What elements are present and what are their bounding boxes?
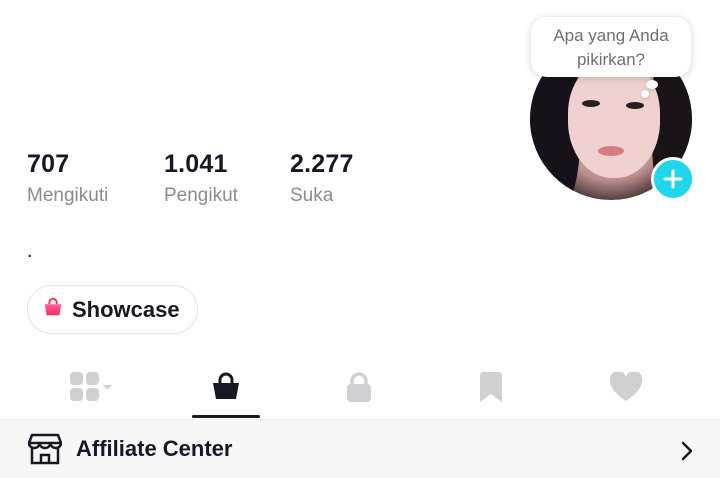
- active-tab-indicator: [192, 415, 260, 418]
- shopping-bag-icon: [213, 372, 239, 399]
- likes-stat[interactable]: 2.277 Suka: [290, 150, 354, 207]
- tab-shop[interactable]: [176, 356, 276, 418]
- bubble-tail-small: [641, 90, 649, 98]
- heart-icon: [609, 372, 643, 401]
- profile-bio: .: [27, 240, 33, 262]
- showcase-label: Showcase: [72, 296, 180, 322]
- tab-liked[interactable]: [576, 356, 676, 418]
- followers-count: 1.041: [164, 150, 228, 178]
- bubble-text-line1: Apa yang Anda: [553, 26, 669, 45]
- chevron-right-icon: [680, 441, 694, 466]
- followers-label: Pengikut: [164, 185, 238, 206]
- affiliate-center-label: Affiliate Center: [76, 436, 233, 461]
- affiliate-center-row[interactable]: Affiliate Center: [0, 419, 720, 478]
- followers-stat[interactable]: 1.041 Pengikut: [164, 150, 238, 207]
- grid-icon: [70, 372, 112, 401]
- status-prompt-bubble[interactable]: Apa yang Anda pikirkan?: [531, 17, 691, 77]
- following-count: 707: [27, 150, 70, 178]
- showcase-button[interactable]: Showcase: [27, 285, 198, 334]
- tab-private[interactable]: [309, 356, 409, 418]
- store-icon: [28, 433, 62, 465]
- bubble-tail-large: [646, 80, 658, 89]
- likes-count: 2.277: [290, 150, 354, 178]
- add-story-button[interactable]: [651, 157, 695, 201]
- bubble-text-line2: pikirkan?: [576, 50, 646, 69]
- lock-icon: [347, 372, 371, 402]
- tab-saved[interactable]: [441, 356, 541, 418]
- likes-label: Suka: [290, 185, 334, 206]
- plus-icon: [663, 169, 683, 189]
- profile-tabs: [0, 356, 720, 418]
- following-stat[interactable]: 707 Mengikuti: [27, 150, 108, 207]
- tab-videos[interactable]: [42, 356, 142, 418]
- bookmark-icon: [480, 372, 502, 402]
- following-label: Mengikuti: [27, 185, 109, 206]
- shopping-bag-icon: [42, 296, 64, 323]
